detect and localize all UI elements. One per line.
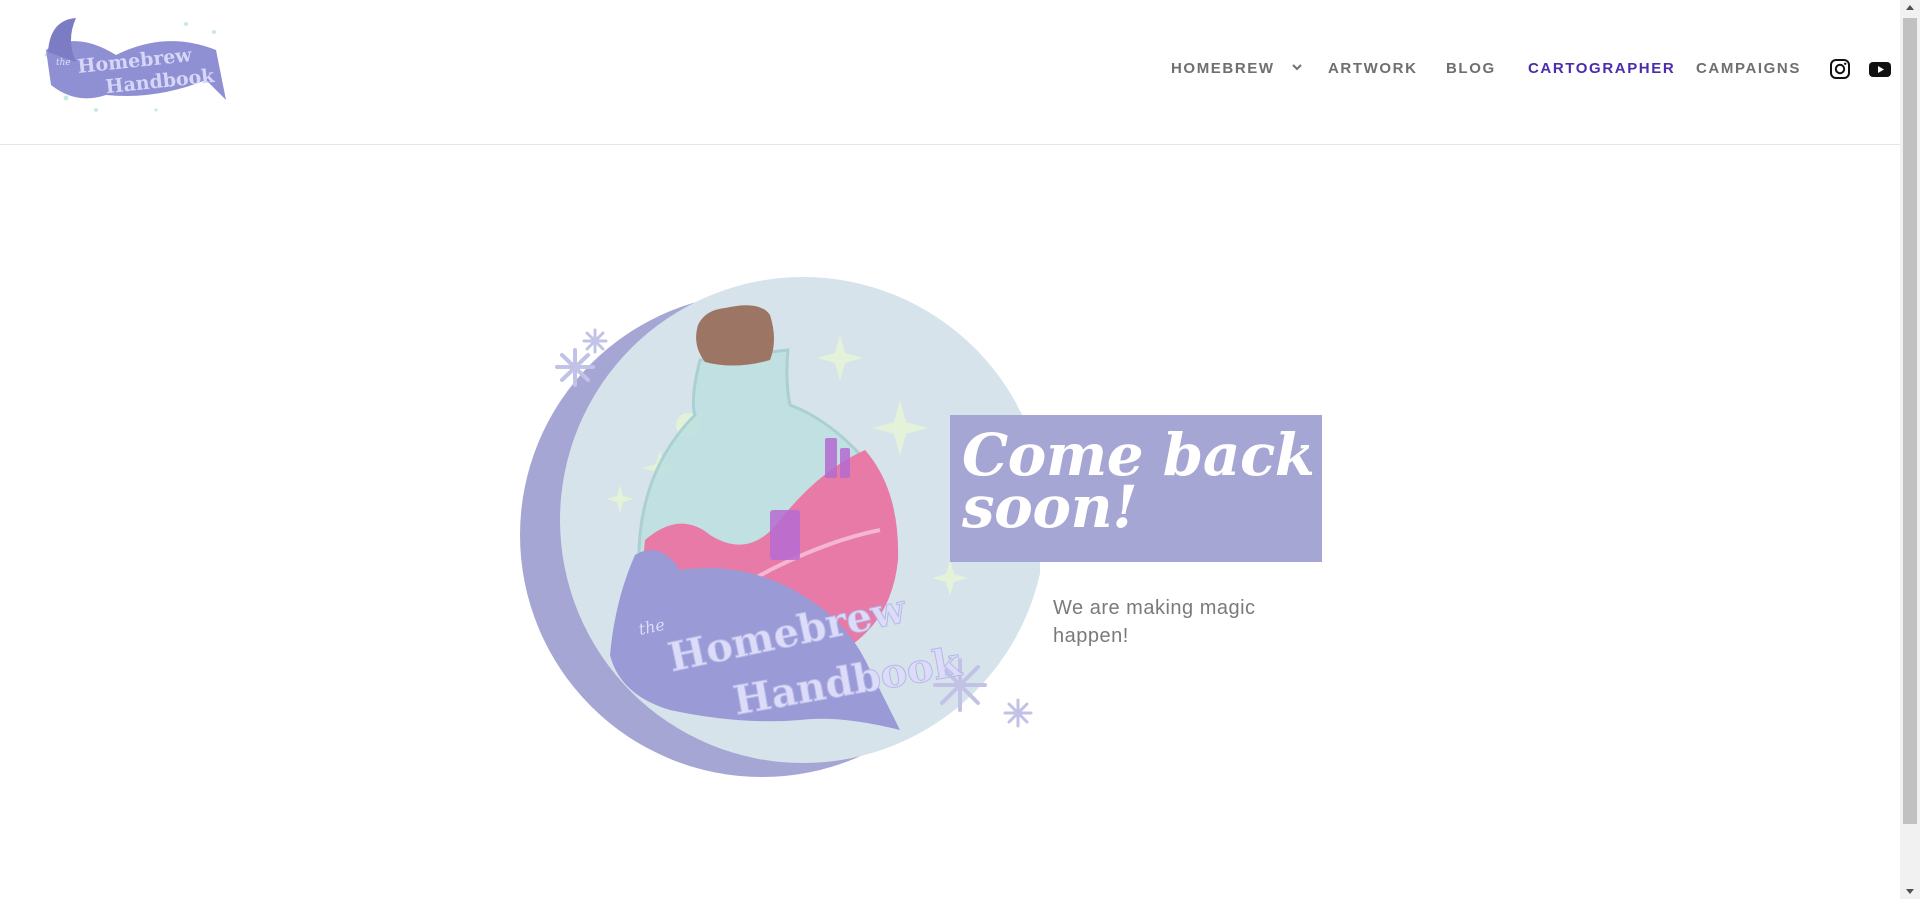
nav-cartographer[interactable]: CARTOGRAPHER [1528,60,1675,77]
potion-cork [696,305,774,366]
site-header: the Homebrew Handbook HOMEBREW ARTWORK B… [0,0,1900,145]
scrollbar-thumb[interactable] [1903,18,1917,824]
headline-line2: soon! [962,473,1138,541]
chevron-down-icon [1292,64,1303,71]
scroll-up-arrow-icon[interactable] [1900,0,1920,16]
nav-blog[interactable]: BLOG [1446,60,1496,77]
vertical-scrollbar[interactable] [1900,0,1920,899]
nav-campaigns[interactable]: CAMPAIGNS [1696,60,1801,77]
hero-subtext: We are making magic happen! [1053,597,1256,647]
instagram-icon[interactable] [1829,58,1851,80]
scroll-down-arrow-icon[interactable] [1900,883,1920,899]
page-headline: Come back soon! [962,426,1315,536]
nav-artwork[interactable]: ARTWORK [1328,60,1418,77]
youtube-icon[interactable] [1868,58,1892,80]
logo-prefix: the [56,58,71,68]
nav-homebrew-label: HOMEBREW [1171,60,1275,77]
headline-box: Come back soon! [950,415,1322,562]
nav-homebrew[interactable]: HOMEBREW [1171,60,1303,77]
site-logo[interactable]: the Homebrew Handbook [36,10,236,125]
